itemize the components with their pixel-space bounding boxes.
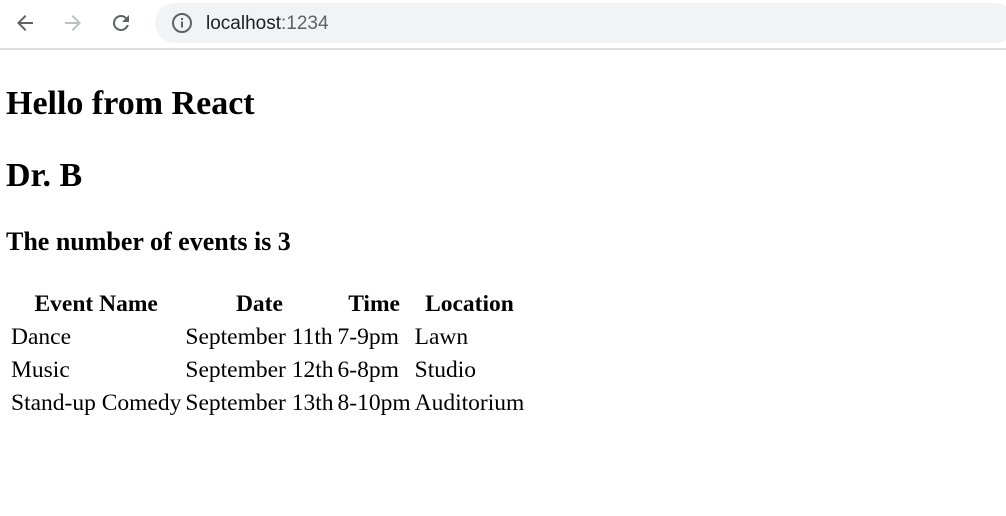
url-port: :1234	[281, 12, 329, 34]
browser-toolbar: localhost:1234	[0, 0, 1006, 50]
table-header-row: Event Name Date Time Location	[10, 289, 525, 320]
header-date: Date	[235, 291, 283, 317]
cell-date: September 12th	[185, 357, 334, 383]
header-event-name: Event Name	[34, 291, 158, 317]
user-name-heading: Dr. B	[6, 157, 83, 194]
cell-location: Studio	[414, 357, 477, 383]
back-button[interactable]	[9, 7, 41, 39]
reload-icon	[112, 14, 129, 31]
cell-event-name: Music	[11, 357, 70, 383]
cell-event-name: Stand-up Comedy	[11, 390, 182, 416]
cell-time: 7-9pm	[337, 324, 399, 350]
header-location: Location	[425, 291, 514, 317]
table-row: Dance September 11th 7-9pm Lawn	[10, 322, 525, 353]
reload-button[interactable]	[105, 7, 137, 39]
forward-button[interactable]	[57, 7, 89, 39]
arrow-right-icon	[65, 15, 81, 31]
header-time: Time	[348, 291, 400, 317]
cell-location: Lawn	[414, 324, 469, 350]
page-title: Hello from React	[6, 85, 255, 122]
table-row: Stand-up Comedy September 13th 8-10pm Au…	[10, 388, 525, 419]
table-row: Music September 12th 6-8pm Studio	[10, 355, 525, 386]
url-text[interactable]: localhost:1234	[206, 14, 329, 33]
cell-time: 8-10pm	[337, 390, 411, 416]
cell-date: September 11th	[185, 324, 333, 350]
cell-time: 6-8pm	[337, 357, 399, 383]
address-bar[interactable]: localhost:1234	[155, 3, 1006, 43]
events-table: Event Name Date Time Location Dance Sept…	[8, 287, 527, 421]
info-icon[interactable]	[171, 12, 193, 34]
cell-event-name: Dance	[11, 324, 72, 350]
arrow-left-icon	[17, 15, 33, 31]
events-count-heading: The number of events is 3	[6, 227, 291, 256]
cell-location: Auditorium	[414, 390, 525, 416]
cell-date: September 13th	[185, 390, 334, 416]
url-host: localhost	[206, 12, 281, 34]
